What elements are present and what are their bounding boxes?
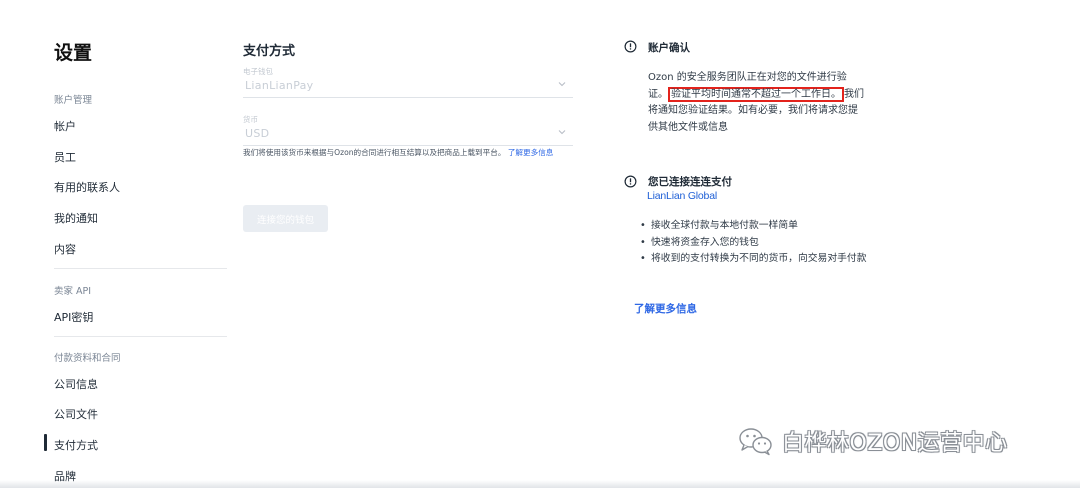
section-seller-api: 卖家 API <box>54 286 92 297</box>
info-icon <box>624 175 637 188</box>
connect-wallet-button[interactable]: 连接您的钱包 <box>243 205 328 232</box>
sidebar-divider <box>54 336 227 337</box>
currency-label: 货币 <box>243 115 258 124</box>
lianlian-connected-title: 您已连接连连支付 <box>648 176 732 188</box>
sidebar-item-useful-contacts[interactable]: 有用的联系人 <box>54 179 120 195</box>
sidebar-item-notifications[interactable]: 我的通知 <box>54 210 98 226</box>
account-confirm-text: Ozon 的安全服务团队正在对您的文件进行验证。 验证平均时间通常不超过一个工作日… <box>648 70 864 136</box>
chevron-down-icon <box>558 82 566 87</box>
list-item: 快速将资金存入您的钱包 <box>640 235 870 252</box>
currency-helper-text: 我们将使用该货币来根据与Ozon的合同进行相互结算以及把商品上载到平台。 了解更… <box>243 148 573 158</box>
active-indicator <box>44 434 47 451</box>
currency-select[interactable]: 货币 USD <box>243 114 573 146</box>
wallet-select[interactable]: 电子钱包 LianLianPay <box>243 66 573 98</box>
chevron-down-icon <box>558 130 566 135</box>
watermark-text: 白桦林OZON运营中心 <box>782 431 1008 456</box>
account-confirm-title: 账户确认 <box>648 42 690 54</box>
sidebar-item-account[interactable]: 帐户 <box>54 118 76 134</box>
sidebar-item-employees[interactable]: 员工 <box>54 149 76 165</box>
sidebar-item-api-keys[interactable]: API密钥 <box>54 309 93 325</box>
list-item: 接收全球付款与本地付款一样简单 <box>640 218 870 235</box>
bottom-edge-shadow <box>0 480 1080 488</box>
currency-value: USD <box>245 127 270 140</box>
list-item: 将收到的支付转换为不同的货币，向交易对手付款 <box>640 251 870 268</box>
info-icon <box>624 40 637 53</box>
sidebar-divider <box>54 268 227 269</box>
lianlian-benefits-list: 接收全球付款与本地付款一样简单 快速将资金存入您的钱包 将收到的支付转换为不同的… <box>640 218 870 268</box>
helper-text: 我们将使用该货币来根据与Ozon的合同进行相互结算以及把商品上载到平台。 <box>243 148 506 157</box>
wechat-icon <box>739 428 772 456</box>
payment-methods-panel: 支付方式 电子钱包 LianLianPay 货币 USD 我们将使用该货币来根据… <box>243 0 583 488</box>
helper-learn-more-link[interactable]: 了解更多信息 <box>508 148 554 157</box>
sidebar-item-content[interactable]: 内容 <box>54 241 76 257</box>
sidebar-item-company-info[interactable]: 公司信息 <box>54 376 98 392</box>
lianlian-global-logo: LianLian Global <box>647 190 717 202</box>
watermark: 白桦林OZON运营中心 <box>738 425 1008 457</box>
settings-title: 设置 <box>54 42 93 64</box>
sidebar-item-payment-methods[interactable]: 支付方式 <box>54 437 98 453</box>
wallet-label: 电子钱包 <box>243 67 273 76</box>
learn-more-link[interactable]: 了解更多信息 <box>634 301 697 316</box>
settings-sidebar: 设置 账户管理 帐户 员工 有用的联系人 我的通知 内容 卖家 API API密… <box>0 0 230 488</box>
section-account-management: 账户管理 <box>54 95 93 106</box>
section-payment-contracts: 付款资料和合同 <box>54 353 121 364</box>
page-title: 支付方式 <box>243 44 296 59</box>
sidebar-item-company-documents[interactable]: 公司文件 <box>54 406 98 422</box>
highlighted-verification-time: 验证平均时间通常不超过一个工作日。 <box>668 86 844 102</box>
wallet-value: LianLianPay <box>245 79 314 92</box>
